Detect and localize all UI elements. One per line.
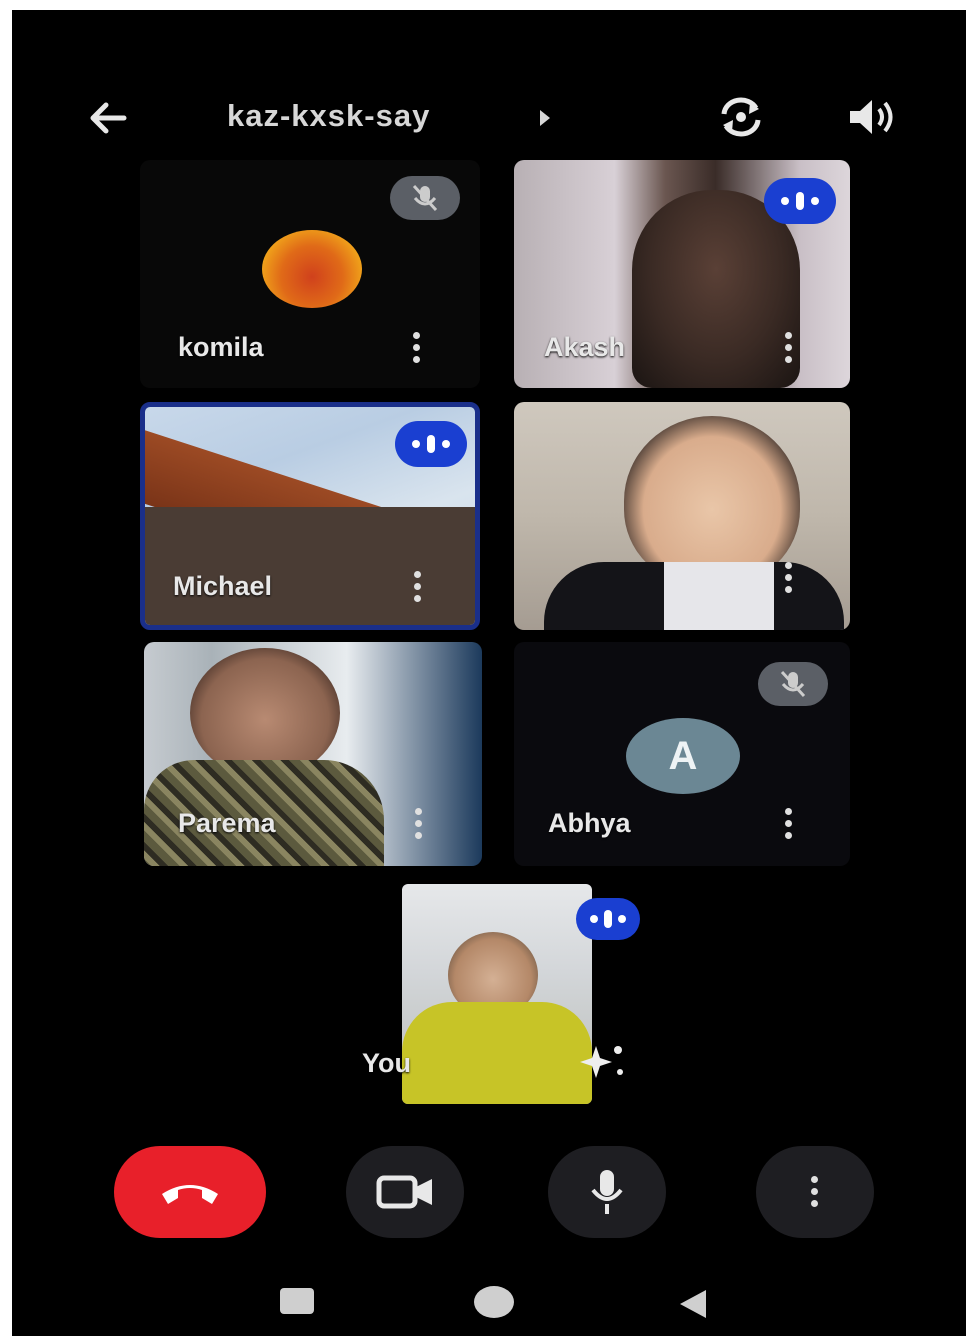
meet-call-screen: kaz-kxsk-say komila Akash Michael Parema… [12, 10, 966, 1336]
participant-name: komila [178, 332, 264, 362]
self-view-label: You [362, 1048, 411, 1078]
back-triangle-icon[interactable] [680, 1290, 706, 1318]
sparkle-effects-icon[interactable] [580, 1040, 630, 1080]
mic-off-icon [758, 662, 828, 706]
participant-tile-michael[interactable]: Michael [140, 402, 480, 630]
participant-video [402, 1002, 592, 1104]
self-view-tile[interactable] [402, 884, 592, 1104]
audio-activity-icon [764, 178, 836, 224]
participant-video [624, 416, 800, 586]
avatar: A [626, 718, 740, 794]
more-options-button[interactable] [756, 1146, 874, 1238]
participant-video [145, 507, 475, 625]
recents-icon[interactable] [280, 1288, 314, 1314]
participant-name: Parema [178, 808, 276, 838]
participant-name: Michael [173, 571, 273, 601]
flip-camera-icon[interactable] [712, 92, 770, 142]
avatar [262, 230, 362, 308]
more-vertical-icon[interactable] [413, 571, 423, 605]
audio-activity-icon [395, 421, 467, 467]
participant-tile-komila[interactable]: komila [140, 160, 480, 388]
more-vertical-icon[interactable] [784, 332, 794, 366]
video-camera-icon [376, 1175, 432, 1209]
speaker-volume-icon[interactable] [844, 94, 900, 140]
top-bar: kaz-kxsk-say [12, 80, 966, 150]
microphone-toggle-button[interactable] [548, 1146, 666, 1238]
phone-hangup-icon [162, 1185, 218, 1204]
home-icon[interactable] [474, 1286, 514, 1318]
more-vertical-icon[interactable] [412, 332, 422, 366]
participant-video [190, 648, 340, 778]
participant-tile-akash[interactable]: Akash [514, 160, 850, 388]
caret-right-icon[interactable] [540, 110, 550, 126]
participant-name: Akash [544, 332, 626, 362]
microphone-icon [591, 1170, 623, 1214]
participant-tile-speaker[interactable] [514, 402, 850, 630]
participant-tile-abhya[interactable]: A Abhya [514, 642, 850, 866]
end-call-button[interactable] [114, 1146, 266, 1238]
camera-toggle-button[interactable] [346, 1146, 464, 1238]
more-vertical-icon [810, 1176, 820, 1210]
arrow-left-icon[interactable] [84, 94, 132, 142]
mic-off-icon [390, 176, 460, 220]
more-vertical-icon[interactable] [784, 562, 794, 596]
more-vertical-icon[interactable] [414, 808, 424, 842]
audio-activity-icon [576, 898, 640, 940]
participant-name: Abhya [548, 808, 631, 838]
participant-tile-parema[interactable]: Parema [144, 642, 482, 866]
participant-video [664, 562, 774, 630]
more-vertical-icon[interactable] [784, 808, 794, 842]
meeting-code[interactable]: kaz-kxsk-say [227, 98, 430, 134]
